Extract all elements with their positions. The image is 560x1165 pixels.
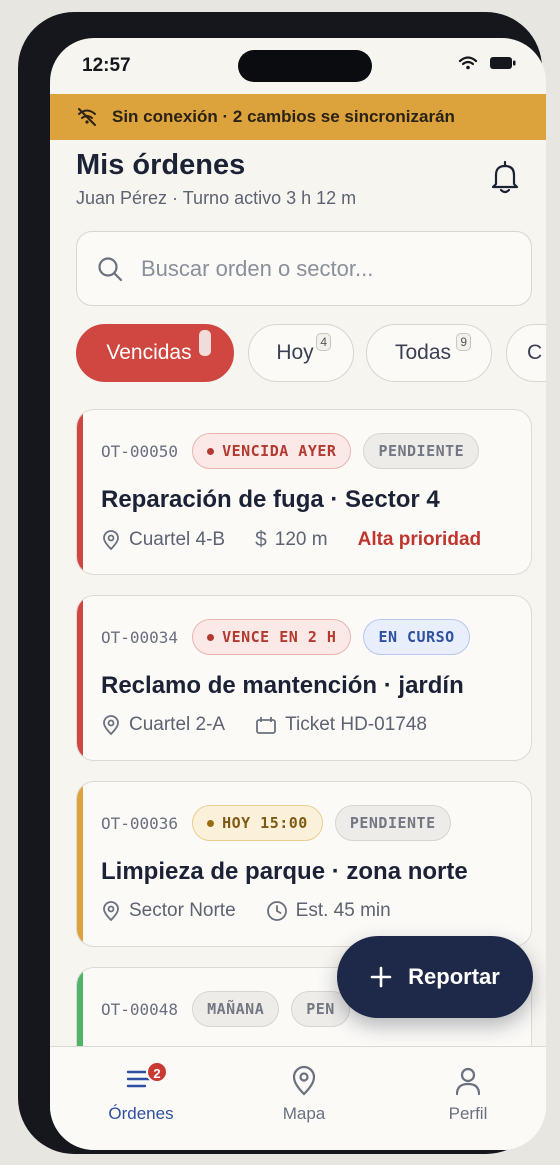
tab-label: Órdenes: [108, 1104, 174, 1123]
filter-chip-vencidas[interactable]: Vencidas: [76, 324, 234, 382]
tab-label: Mapa: [282, 1104, 326, 1123]
filter-chip-todas[interactable]: Todas 9: [366, 324, 492, 382]
status-time: 12:57: [82, 55, 131, 76]
tab-perfil[interactable]: Perfil: [408, 1065, 528, 1124]
order-location: Cuartel 4-B: [129, 529, 226, 550]
order-card[interactable]: OT-00034 VENCE EN 2 H EN CURSO Reclamo d…: [76, 595, 532, 761]
location-pin-icon: [103, 530, 119, 551]
tab-ordenes[interactable]: 2 Órdenes: [81, 1061, 201, 1124]
screen: 12:57 Sin conexión · 2 cambios se sincro…: [50, 38, 546, 1150]
order-location: Sector Norte: [129, 900, 236, 921]
filter-chip-more[interactable]: C: [506, 324, 546, 382]
order-accent-bar: [77, 410, 83, 574]
order-card[interactable]: OT-00036 HOY 15:00 PENDIENTE Limpieza de…: [76, 781, 532, 947]
plus-icon: [370, 966, 392, 988]
state-badge: PENDIENTE: [334, 805, 451, 841]
search-input[interactable]: Buscar orden o sector...: [76, 231, 532, 306]
location-pin-icon: [103, 901, 119, 922]
page-title: Mis órdenes: [76, 149, 246, 181]
order-title: Limpieza de parque · zona norte: [101, 858, 468, 885]
ticket-icon: [256, 717, 277, 734]
dollar-icon: $: [255, 528, 267, 551]
order-id: OT-00036: [101, 813, 179, 833]
battery-icon: [490, 57, 516, 69]
order-id: OT-00034: [101, 627, 179, 647]
due-badge: VENCE EN 2 H: [192, 619, 352, 655]
search-placeholder: Buscar orden o sector...: [141, 255, 374, 281]
filter-chip-count: [199, 330, 211, 356]
filter-chip-label: Todas: [394, 341, 452, 364]
phone-frame: 12:57 Sin conexión · 2 cambios se sincro…: [18, 12, 546, 1154]
priority-label: Alta prioridad: [357, 529, 482, 550]
order-title: Reclamo de mantención · jardín: [101, 672, 464, 699]
tab-badge: 2: [146, 1061, 168, 1083]
order-title: Reparación de fuga · Sector 4: [101, 486, 440, 513]
order-accent-bar: [77, 596, 83, 760]
wifi-off-icon: [78, 108, 96, 126]
filter-chip-label: Vencidas: [106, 341, 192, 364]
report-button[interactable]: Reportar: [337, 936, 533, 1018]
due-badge: MAÑANA: [192, 991, 280, 1027]
filter-chip-label: C: [527, 341, 543, 364]
due-badge: VENCIDA AYER: [192, 433, 352, 469]
order-location: Cuartel 2-A: [129, 714, 226, 735]
filter-chips: Vencidas Hoy 4 Todas 9 C: [76, 324, 546, 382]
filter-chip-hoy[interactable]: Hoy 4: [248, 324, 354, 382]
wifi-icon: [458, 56, 478, 70]
tab-bar: 2 Órdenes Mapa Perfil: [50, 1046, 546, 1150]
tab-label: Perfil: [448, 1104, 488, 1123]
state-badge: EN CURSO: [363, 619, 470, 655]
state-badge: PENDIENTE: [363, 433, 480, 469]
order-extra: Est. 45 min: [295, 900, 391, 921]
map-pin-icon: [292, 1065, 316, 1096]
filter-chip-count: 4: [316, 333, 331, 351]
order-extra: 120 m: [274, 529, 328, 550]
location-pin-icon: [103, 715, 119, 736]
order-extra: Ticket HD-01748: [285, 714, 427, 735]
dynamic-island: [238, 50, 372, 82]
bell-icon[interactable]: [490, 160, 520, 194]
order-card[interactable]: OT-00050 VENCIDA AYER PENDIENTE Reparaci…: [76, 409, 532, 575]
offline-banner-text: Sin conexión · 2 cambios se sincronizará…: [112, 107, 455, 126]
due-badge: HOY 15:00: [192, 805, 323, 841]
clock-icon: [266, 901, 287, 921]
tab-mapa[interactable]: Mapa: [244, 1065, 364, 1124]
search-icon: [98, 256, 123, 281]
user-icon: [455, 1067, 481, 1096]
filter-chip-count: 9: [456, 333, 471, 351]
order-id: OT-00048: [101, 999, 179, 1019]
report-button-label: Reportar: [408, 964, 500, 989]
page-subtitle: Juan Pérez · Turno activo 3 h 12 m: [76, 188, 357, 208]
offline-banner: Sin conexión · 2 cambios se sincronizará…: [50, 94, 546, 140]
filter-chip-label: Hoy: [276, 341, 314, 364]
status-icons: [458, 56, 516, 70]
order-id: OT-00050: [101, 441, 179, 461]
order-accent-bar: [77, 782, 83, 946]
